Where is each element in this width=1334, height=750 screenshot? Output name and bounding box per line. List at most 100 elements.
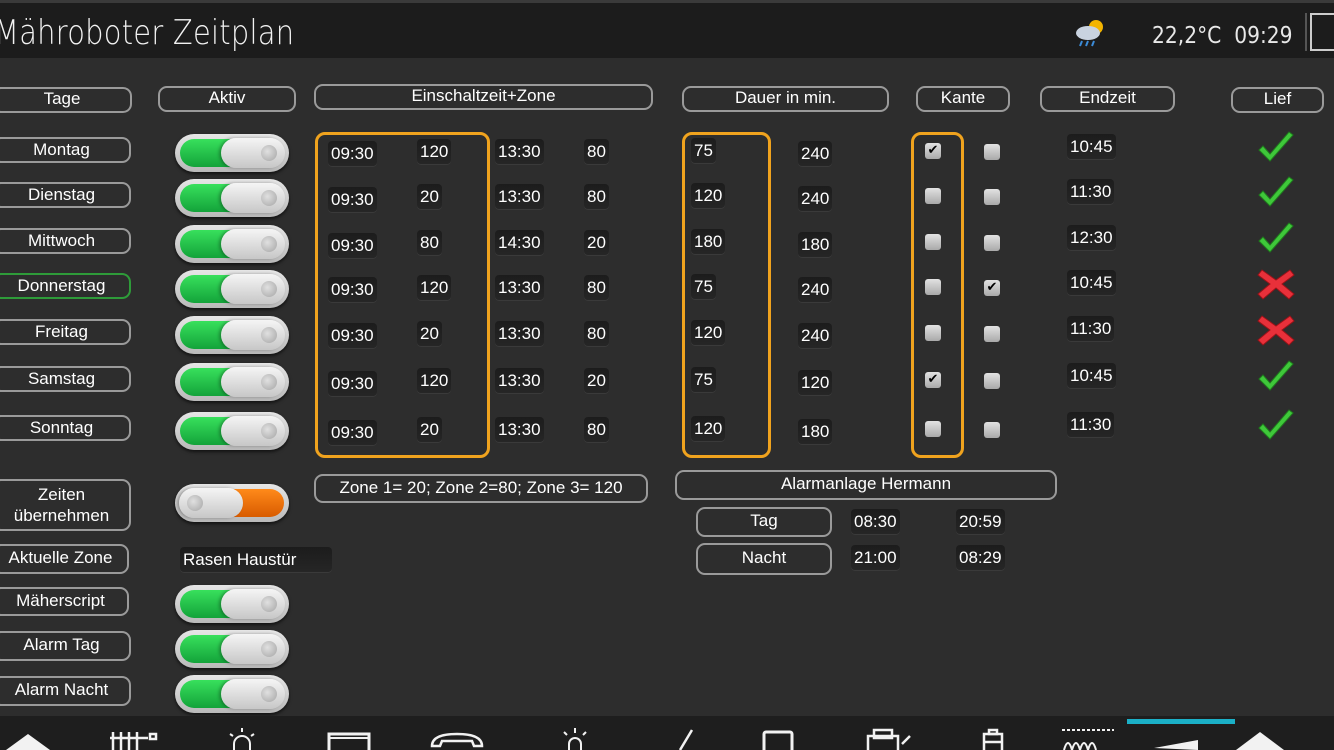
dauer-1[interactable]: 75 [691,138,716,164]
phone-icon[interactable] [428,724,486,750]
aktuelle-zone-label: Aktuelle Zone [0,544,129,574]
dauer-2[interactable]: 240 [798,277,833,303]
kante-checkbox-2[interactable]: ✔ [984,280,1000,296]
home-icon[interactable] [0,724,60,750]
alarm-nacht-from[interactable]: 21:00 [851,545,900,571]
start-time-2[interactable]: 13:30 [495,321,544,347]
zone-2[interactable]: 80 [584,417,609,443]
endzeit-value: 11:30 [1067,316,1115,342]
up-icon[interactable] [1232,724,1292,750]
day-button-mittwoch[interactable]: Mittwoch [0,228,131,254]
day-button-dienstag[interactable]: Dienstag [0,182,131,208]
zone-1[interactable]: 20 [417,184,442,210]
start-time-2[interactable]: 13:30 [495,275,544,301]
zone-2[interactable]: 80 [584,275,609,301]
active-toggle-freitag[interactable] [175,316,289,354]
alarm-nacht-button[interactable]: Nacht [696,543,832,575]
zone-1[interactable]: 120 [417,368,452,394]
kante-checkbox-1[interactable] [925,421,941,437]
dauer-1[interactable]: 120 [691,320,726,346]
start-time-2[interactable]: 13:30 [495,368,544,394]
page-title: Mähroboter Zeitplan [0,13,295,53]
dauer-1[interactable]: 120 [691,416,726,442]
check-icon [1258,131,1294,162]
active-toggle-mittwoch[interactable] [175,225,289,263]
zone-1[interactable]: 120 [417,275,452,301]
zone-2[interactable]: 20 [584,368,609,394]
start-time-1[interactable]: 09:30 [328,420,377,446]
start-time-2[interactable]: 13:30 [495,139,544,165]
start-time-1[interactable]: 09:30 [328,187,377,213]
alarm-nacht-to[interactable]: 08:29 [956,545,1005,571]
dauer-2[interactable]: 120 [798,370,833,396]
active-toggle-montag[interactable] [175,134,289,172]
day-button-freitag[interactable]: Freitag [0,319,131,345]
alarm-tag-toggle[interactable] [175,630,289,668]
zone-1[interactable]: 20 [417,417,442,443]
alarm-tag-button[interactable]: Tag [696,507,832,537]
dauer-1[interactable]: 75 [691,274,716,300]
start-time-1[interactable]: 09:30 [328,141,377,167]
zone-1[interactable]: 80 [417,230,442,256]
day-button-donnerstag[interactable]: Donnerstag [0,273,131,299]
dauer-2[interactable]: 180 [798,419,833,445]
kante-checkbox-1[interactable] [925,234,941,250]
start-time-2[interactable]: 13:30 [495,184,544,210]
dauer-1[interactable]: 75 [691,367,716,393]
kante-checkbox-2[interactable] [984,144,1000,160]
alarm-tag-from[interactable]: 08:30 [851,509,900,535]
zone-2[interactable]: 80 [584,184,609,210]
dauer-2[interactable]: 240 [798,141,833,167]
kante-checkbox-2[interactable] [984,422,1000,438]
kante-checkbox-2[interactable] [984,373,1000,389]
kante-checkbox-1[interactable]: ✔ [925,143,941,159]
dauer-2[interactable]: 240 [798,323,833,349]
zone-1[interactable]: 120 [417,139,452,165]
start-time-1[interactable]: 09:30 [328,277,377,303]
light-icon[interactable] [222,724,262,750]
dauer-2[interactable]: 240 [798,186,833,212]
start-time-1[interactable]: 09:30 [328,371,377,397]
active-toggle-donnerstag[interactable] [175,270,289,308]
endzeit-value: 10:45 [1067,363,1116,389]
start-time-1[interactable]: 09:30 [328,233,377,259]
alarm-tag-to[interactable]: 20:59 [956,509,1005,535]
kante-checkbox-1[interactable] [925,188,941,204]
zone-2[interactable]: 80 [584,139,609,165]
zone-2[interactable]: 80 [584,321,609,347]
day-button-samstag[interactable]: Samstag [0,366,131,392]
day-button-montag[interactable]: Montag [0,137,131,163]
kante-checkbox-2[interactable] [984,189,1000,205]
lamp-icon[interactable] [555,724,595,750]
start-time-1[interactable]: 09:30 [328,323,377,349]
dauer-2[interactable]: 180 [798,232,833,258]
radiator-icon[interactable] [108,724,160,750]
start-time-2[interactable]: 14:30 [495,230,544,256]
start-time-2[interactable]: 13:30 [495,417,544,443]
pen-icon[interactable] [672,724,702,750]
active-toggle-sonntag[interactable] [175,412,289,450]
zeiten-uebernehmen-toggle[interactable] [175,484,289,522]
kante-checkbox-2[interactable] [984,326,1000,342]
zone-2[interactable]: 20 [584,230,609,256]
kante-checkbox-1[interactable] [925,325,941,341]
pool-icon[interactable] [1060,724,1118,750]
maeherscript-toggle[interactable] [175,585,289,623]
check-icon [1258,409,1294,440]
dauer-1[interactable]: 180 [691,229,726,255]
monitor-icon[interactable] [760,724,800,750]
window-icon[interactable] [326,724,374,750]
alarm-nacht-toggle[interactable] [175,675,289,713]
day-button-sonntag[interactable]: Sonntag [0,415,131,441]
battery-icon[interactable] [976,724,1012,750]
kante-checkbox-2[interactable] [984,235,1000,251]
active-toggle-dienstag[interactable] [175,179,289,217]
kante-checkbox-1[interactable] [925,279,941,295]
vacuum-icon[interactable] [1150,724,1204,750]
printer-icon[interactable] [862,724,914,750]
zeiten-uebernehmen-button[interactable]: Zeiten übernehmen [0,479,131,531]
active-toggle-samstag[interactable] [175,363,289,401]
dauer-1[interactable]: 120 [691,183,726,209]
zone-1[interactable]: 20 [417,321,442,347]
kante-checkbox-1[interactable]: ✔ [925,372,941,388]
